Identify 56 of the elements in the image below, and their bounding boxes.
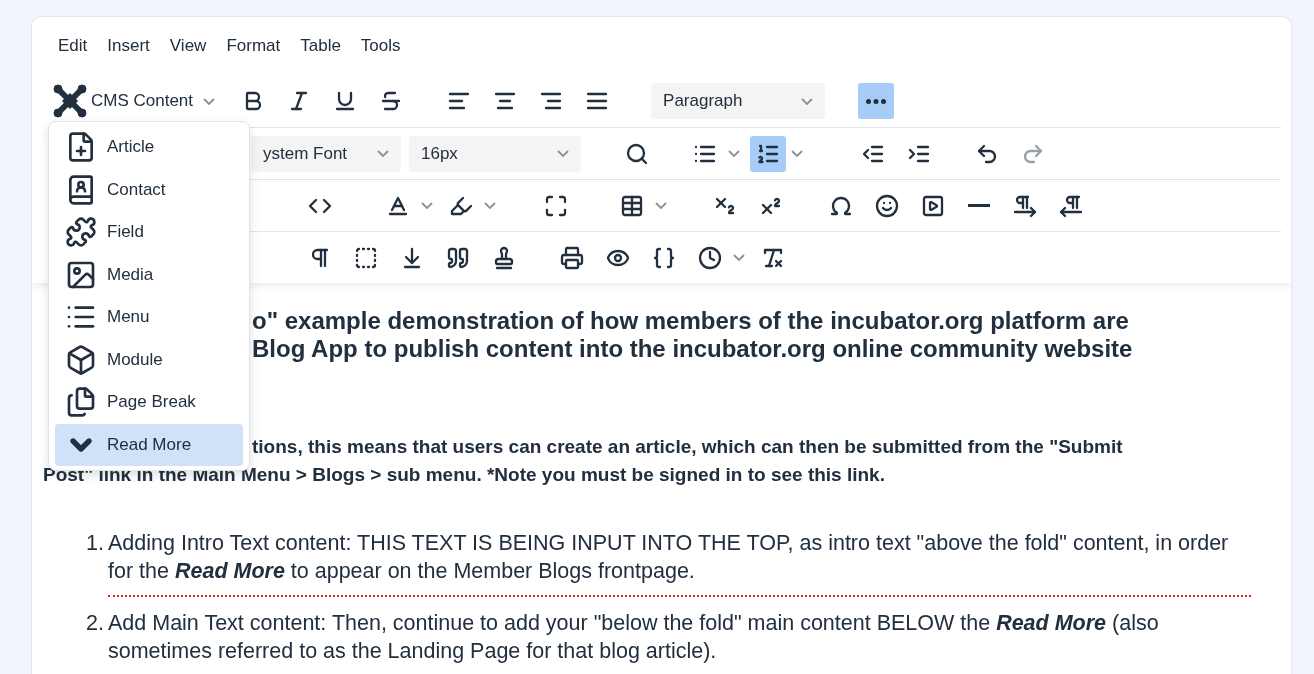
- pilcrow-left-icon: [1059, 193, 1083, 218]
- chevron-down-icon[interactable]: [203, 97, 216, 105]
- chevron-down-icon[interactable]: [655, 202, 667, 209]
- more-button[interactable]: [858, 83, 895, 119]
- quote-icon: [446, 245, 470, 270]
- media-icon: [921, 193, 945, 218]
- dropdown-item[interactable]: Field: [55, 211, 243, 254]
- chevron-down-icon[interactable]: [791, 150, 803, 157]
- block-format-select[interactable]: Paragraph: [651, 83, 826, 119]
- chevron-down-icon[interactable]: [421, 202, 433, 209]
- chevron-down-icon[interactable]: [484, 202, 496, 209]
- fullscreen-icon: [544, 193, 568, 218]
- font-family-select[interactable]: ystem Font: [251, 135, 401, 172]
- puzzle-icon: [65, 216, 97, 249]
- font-size-select[interactable]: 16px: [409, 135, 581, 172]
- more-icon: [866, 98, 887, 104]
- search-icon: [625, 141, 649, 166]
- list-number: 2.: [86, 610, 105, 637]
- cube-icon: [65, 343, 97, 376]
- dropdown-item[interactable]: Read More: [55, 423, 243, 466]
- dropdown-item[interactable]: Module: [55, 338, 243, 381]
- heading-text: Blog App to publish content into the incubator.org online community website: [252, 335, 1133, 363]
- menubar-item[interactable]: View: [161, 32, 215, 60]
- menubar-item[interactable]: Insert: [99, 32, 158, 60]
- cms-content-button[interactable]: CMS Content: [48, 83, 199, 119]
- table-icon: [620, 193, 644, 218]
- logo-icon: [53, 84, 87, 118]
- dropdown-item[interactable]: Menu: [55, 296, 243, 339]
- paragraph-text: tions, this means that users can create an article, which can then be submitted from the "Submit: [252, 435, 1123, 459]
- heading-text: o" example demonstration of how members of the incubator.org platform are: [252, 307, 1129, 335]
- list-item-text: Add Main Text content: Then, continue to add your "below the fold" main content BELOW the Read More (also sometimes referred to as the Landing Page for that blog article).: [108, 610, 1160, 665]
- numbered-list-button[interactable]: [750, 135, 786, 172]
- chevron-down-icon[interactable]: [728, 150, 740, 157]
- emoji-icon: [875, 193, 899, 218]
- code-sample-icon: [652, 245, 676, 270]
- pilcrow-right-icon: [1013, 193, 1037, 218]
- menubar-item[interactable]: Format: [218, 32, 289, 60]
- chevron-down-icon[interactable]: [733, 254, 745, 261]
- dropdown-item[interactable]: Contact: [55, 168, 243, 211]
- menubar-item[interactable]: Tools: [352, 32, 409, 60]
- dropdown-item[interactable]: Article: [55, 126, 243, 169]
- horizontal-line-icon: [968, 204, 990, 207]
- chevron-down-icon: [377, 150, 389, 157]
- visual-blocks-icon: [354, 245, 378, 270]
- dropdown-item[interactable]: Page Break: [55, 381, 243, 424]
- menubar-item[interactable]: Table: [292, 32, 349, 60]
- chevron-down-icon: [557, 150, 569, 157]
- list-number: 1.: [86, 530, 105, 557]
- stamp-icon: [492, 245, 516, 270]
- dropdown-item[interactable]: Media: [55, 253, 243, 296]
- clock-icon: [698, 245, 722, 270]
- menubar-item[interactable]: Edit: [50, 32, 96, 60]
- print-icon: [560, 245, 584, 270]
- list-item-text: Adding Intro Text content: THIS TEXT IS BEING INPUT INTO THE TOP, as intro text "above the fold" content, in order for the Read More to appear on the Member Blogs frontpage.: [108, 530, 1230, 585]
- files-icon: [65, 386, 97, 419]
- chevron-down-icon: [801, 97, 814, 105]
